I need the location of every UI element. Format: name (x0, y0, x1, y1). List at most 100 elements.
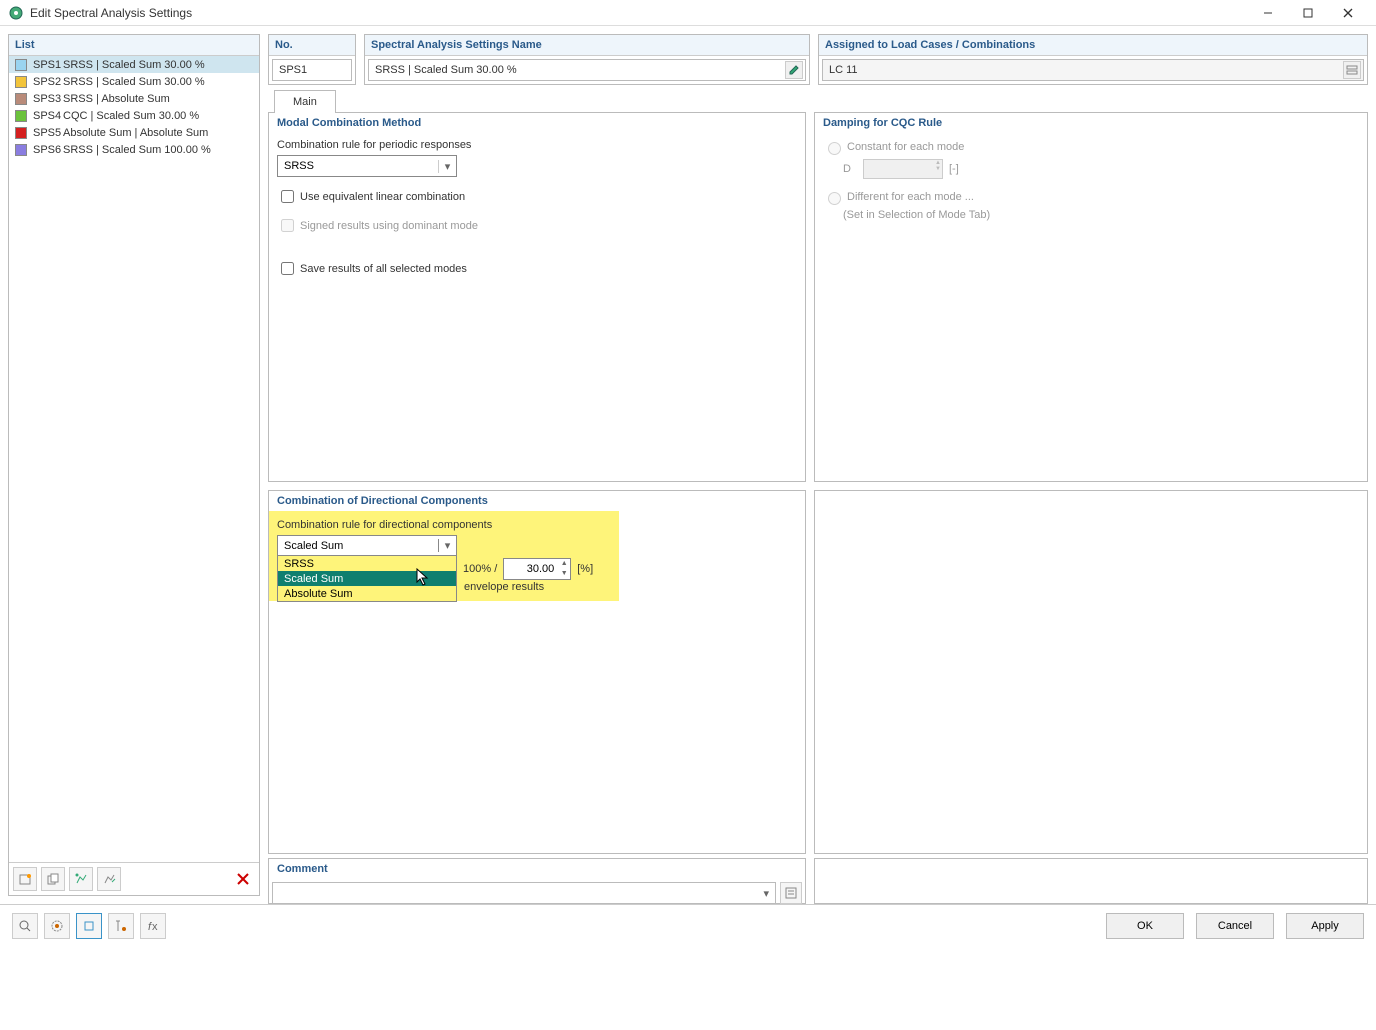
window-title: Edit Spectral Analysis Settings (30, 6, 1248, 20)
list-item-id: SPS2 (33, 76, 63, 88)
footer-zoom-button[interactable] (12, 913, 38, 939)
top-row: No. Spectral Analysis Settings Name Assi… (268, 34, 1368, 85)
color-swatch (15, 93, 27, 105)
damping-d-label: D (843, 163, 863, 175)
signed-results-checkbox-row: Signed results using dominant mode (277, 216, 797, 235)
spacer-panel (814, 490, 1368, 854)
assigned-field (822, 59, 1364, 81)
titlebar: Edit Spectral Analysis Settings (0, 0, 1376, 26)
save-results-label: Save results of all selected modes (300, 263, 467, 275)
directional-option-absolute-sum[interactable]: Absolute Sum (278, 586, 456, 601)
damping-diff-radio-row: Different for each mode ... (823, 189, 1359, 205)
list-item-sps6[interactable]: SPS6SRSS | Scaled Sum 100.00 % (9, 141, 259, 158)
directional-highlight: Combination rule for directional compone… (269, 511, 619, 601)
list-item-id: SPS5 (33, 127, 63, 139)
toolbar-button-3[interactable] (69, 867, 93, 891)
pct-up-button[interactable]: ▲ (558, 559, 570, 569)
modal-rule-dropdown[interactable]: SRSS ▾ (277, 155, 457, 177)
pct-100-label: 100% / (463, 563, 497, 575)
color-swatch (15, 127, 27, 139)
name-field[interactable] (368, 59, 806, 81)
edit-name-button[interactable] (785, 61, 803, 79)
assigned-panel: Assigned to Load Cases / Combinations (818, 34, 1368, 85)
no-header: No. (269, 35, 355, 56)
color-swatch (15, 110, 27, 122)
signed-results-checkbox (281, 219, 294, 232)
directional-option-scaled-sum[interactable]: Scaled Sum (278, 571, 456, 586)
damping-diff-note: (Set in Selection of Mode Tab) (843, 209, 1359, 221)
footer-settings-button[interactable] (44, 913, 70, 939)
list-item-sps5[interactable]: SPS5Absolute Sum | Absolute Sum (9, 124, 259, 141)
tab-content: Modal Combination Method Combination rul… (268, 112, 1368, 854)
modal-header: Modal Combination Method (269, 113, 805, 133)
comment-header: Comment (269, 859, 805, 879)
list-item-sps3[interactable]: SPS3SRSS | Absolute Sum (9, 90, 259, 107)
list-header: List (9, 35, 259, 56)
copy-item-button[interactable] (41, 867, 65, 891)
footer-fx-button[interactable]: fx (140, 913, 166, 939)
signed-results-label: Signed results using dominant mode (300, 220, 478, 232)
pct-spinner-wrap: ▲▼ (503, 558, 571, 580)
directional-rule-dropdown[interactable]: Scaled Sum ▾ SRSS Scaled Sum Absolute Su… (277, 535, 457, 602)
save-results-checkbox-row[interactable]: Save results of all selected modes (277, 259, 797, 278)
chevron-down-icon: ▾ (438, 160, 456, 173)
assigned-more-button[interactable] (1343, 61, 1361, 79)
toolbar-button-4[interactable] (97, 867, 121, 891)
no-panel: No. (268, 34, 356, 85)
equiv-linear-checkbox[interactable] (281, 190, 294, 203)
delete-item-button[interactable] (231, 867, 255, 891)
name-panel: Spectral Analysis Settings Name (364, 34, 810, 85)
apply-button[interactable]: Apply (1286, 913, 1364, 939)
comment-input[interactable] (272, 882, 776, 904)
color-swatch (15, 59, 27, 71)
list-item-name: SRSS | Scaled Sum 30.00 % (63, 76, 205, 88)
modal-rule-value: SRSS (284, 160, 314, 172)
name-header: Spectral Analysis Settings Name (365, 35, 809, 56)
list-item-sps4[interactable]: SPS4CQC | Scaled Sum 30.00 % (9, 107, 259, 124)
directional-label: Combination rule for directional compone… (277, 519, 611, 531)
damping-diff-radio (828, 192, 841, 205)
list-item-sps1[interactable]: SPS1SRSS | Scaled Sum 30.00 % (9, 56, 259, 73)
damping-constant-label: Constant for each mode (847, 141, 964, 153)
minimize-button[interactable] (1248, 0, 1288, 26)
damping-header: Damping for CQC Rule (815, 113, 1367, 133)
damping-constant-radio (828, 142, 841, 155)
maximize-button[interactable] (1288, 0, 1328, 26)
no-field[interactable] (272, 59, 352, 81)
new-item-button[interactable] (13, 867, 37, 891)
list-item-id: SPS1 (33, 59, 63, 71)
comment-template-button[interactable] (780, 882, 802, 904)
cancel-button[interactable]: Cancel (1196, 913, 1274, 939)
list-item-id: SPS4 (33, 110, 63, 122)
close-button[interactable] (1328, 0, 1368, 26)
tab-row: Main (274, 89, 1368, 112)
footer-rect-button[interactable] (76, 913, 102, 939)
list-item-sps2[interactable]: SPS2SRSS | Scaled Sum 30.00 % (9, 73, 259, 90)
assigned-header: Assigned to Load Cases / Combinations (819, 35, 1367, 56)
comment-dropdown-icon[interactable]: ▾ (763, 887, 769, 900)
damping-diff-label: Different for each mode ... (847, 191, 974, 203)
list-item-name: Absolute Sum | Absolute Sum (63, 127, 208, 139)
list-panel: List SPS1SRSS | Scaled Sum 30.00 %SPS2SR… (8, 34, 260, 896)
svg-text:x: x (152, 921, 158, 933)
modal-combination-group: Modal Combination Method Combination rul… (268, 112, 806, 482)
equiv-linear-checkbox-row[interactable]: Use equivalent linear combination (277, 187, 797, 206)
damping-d-input (863, 159, 943, 179)
list-item-name: SRSS | Scaled Sum 100.00 % (63, 144, 211, 156)
tab-main[interactable]: Main (274, 90, 336, 113)
directional-header: Combination of Directional Components (269, 491, 805, 511)
pct-down-button[interactable]: ▼ (558, 569, 570, 579)
list-item-name: SRSS | Absolute Sum (63, 93, 170, 105)
equiv-linear-label: Use equivalent linear combination (300, 191, 465, 203)
save-results-checkbox[interactable] (281, 262, 294, 275)
chevron-down-icon: ▾ (438, 539, 456, 552)
comment-right-panel (814, 858, 1368, 904)
footer-units-button[interactable] (108, 913, 134, 939)
directional-group: Combination of Directional Components Co… (268, 490, 806, 854)
ok-button[interactable]: OK (1106, 913, 1184, 939)
directional-rule-value: Scaled Sum (284, 540, 343, 552)
list-item-id: SPS3 (33, 93, 63, 105)
modal-rule-label: Combination rule for periodic responses (277, 139, 797, 151)
color-swatch (15, 144, 27, 156)
directional-option-srss[interactable]: SRSS (278, 556, 456, 571)
